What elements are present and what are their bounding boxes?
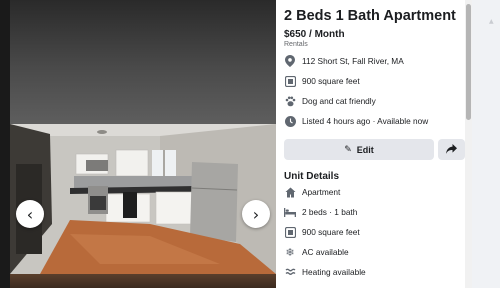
listing-photo[interactable] [10, 124, 276, 274]
ac-text: AC available [302, 247, 349, 257]
chevron-right-icon: › [252, 204, 260, 224]
listing-price: $650 / Month [284, 29, 345, 40]
unit-details-heading: Unit Details [284, 171, 340, 182]
unit-type-row: Apartment [284, 186, 340, 198]
previous-photo-button[interactable]: ‹ [16, 200, 44, 228]
address-text: 112 Short St, Fall River, MA [302, 56, 404, 66]
ruler-icon [284, 75, 296, 87]
listing-details-panel: 2 Beds 1 Bath Apartment $650 / Month Ren… [276, 0, 472, 288]
pets-row: Dog and cat friendly [284, 95, 376, 107]
address-row[interactable]: 112 Short St, Fall River, MA [284, 55, 404, 67]
chevron-left-icon: ‹ [26, 204, 34, 224]
listed-row: Listed 4 hours ago · Available now [284, 115, 428, 127]
clock-icon [284, 115, 296, 127]
blurred-photo-background [10, 0, 276, 124]
ac-row: ❄ AC available [284, 245, 349, 259]
heating-text: Heating available [302, 267, 366, 277]
ruler-icon [284, 226, 296, 238]
listing-title: 2 Beds 1 Bath Apartment [284, 8, 456, 24]
location-pin-icon [284, 55, 296, 67]
paw-icon [284, 95, 296, 107]
size-row: 900 square feet [284, 75, 360, 87]
heater-icon [284, 266, 296, 278]
scroll-up-icon[interactable]: ▲ [489, 18, 494, 25]
bed-icon [284, 206, 296, 218]
listed-text: Listed 4 hours ago · Available now [302, 116, 429, 126]
edit-label: Edit [356, 144, 374, 155]
pets-text: Dog and cat friendly [302, 96, 376, 106]
beds-baths-text: 2 beds · 1 bath [302, 207, 358, 217]
photo-gallery: ‹ › [0, 0, 276, 288]
size-text: 900 square feet [302, 76, 360, 86]
beds-baths-row: 2 beds · 1 bath [284, 206, 357, 218]
unit-size-text: 900 square feet [302, 227, 360, 237]
scrollbar-thumb[interactable] [466, 4, 471, 120]
share-icon [446, 141, 457, 159]
page-background [472, 0, 500, 288]
heating-row: Heating available [284, 266, 366, 278]
blurred-photo-strip [10, 274, 276, 288]
unit-size-row: 900 square feet [284, 226, 360, 238]
edit-button[interactable]: ✎ Edit [284, 139, 434, 160]
snowflake-icon: ❄ [285, 245, 295, 259]
pencil-icon: ✎ [344, 144, 352, 155]
share-button[interactable] [438, 139, 465, 160]
unit-type-text: Apartment [302, 187, 341, 197]
next-photo-button[interactable]: › [242, 200, 270, 228]
house-icon [284, 186, 296, 198]
listing-category[interactable]: Rentals [284, 41, 308, 48]
